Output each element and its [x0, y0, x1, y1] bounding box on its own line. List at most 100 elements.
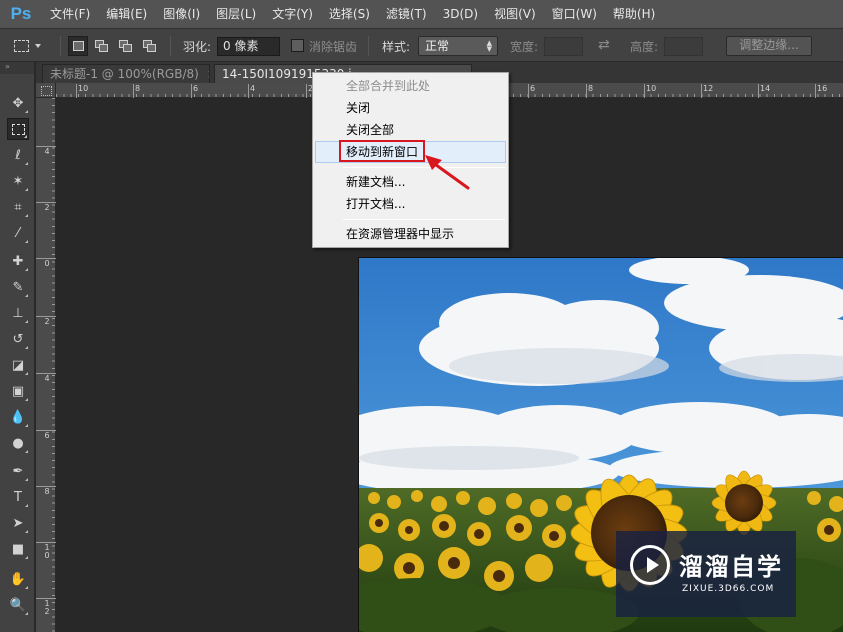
- refine-edge-button[interactable]: 调整边缘...: [726, 36, 812, 56]
- ruler-label: 1 2: [44, 599, 50, 616]
- ruler-label: 6: [530, 84, 536, 93]
- width-input[interactable]: [544, 37, 583, 56]
- width-label: 宽度:: [510, 40, 539, 54]
- marquee-icon: [14, 40, 29, 52]
- menu-filter[interactable]: 滤镜(T): [378, 0, 435, 28]
- new-selection-icon: [72, 41, 84, 51]
- swap-icon[interactable]: ⇄: [598, 37, 610, 53]
- photoshop-logo: Ps: [10, 4, 32, 23]
- menu-item-close[interactable]: 关闭: [315, 97, 506, 119]
- type-icon[interactable]: T: [7, 486, 29, 508]
- menu-item-new-document[interactable]: 新建文档...: [315, 171, 506, 193]
- menu-window[interactable]: 窗口(W): [544, 0, 605, 28]
- ruler-label: 16: [817, 84, 828, 93]
- antialias-label: 消除锯齿: [309, 40, 358, 54]
- menu-select[interactable]: 选择(S): [321, 0, 378, 28]
- menu-help[interactable]: 帮助(H): [605, 0, 663, 28]
- style-select[interactable]: 正常 ▲ ▼: [418, 36, 498, 56]
- feather-label: 羽化:: [183, 40, 212, 54]
- menu-item-show-in-explorer[interactable]: 在资源管理器中显示: [315, 223, 506, 245]
- options-bar: 羽化: 0 像素 消除锯齿 样式: 正常 ▲ ▼ 宽度: ⇄ 高度: 调整边缘..…: [0, 28, 843, 62]
- ruler-label: 2: [44, 203, 50, 212]
- marquee-icon[interactable]: [7, 118, 29, 140]
- dodge-icon[interactable]: ●: [7, 432, 29, 454]
- subtract-selection-icon: [119, 39, 133, 53]
- ruler-label: 8: [588, 84, 594, 93]
- toolbox-collapse-icon[interactable]: »: [0, 62, 34, 74]
- divider: [170, 36, 171, 56]
- ruler-label: 8: [44, 487, 50, 496]
- tool-preset-picker[interactable]: [14, 35, 54, 57]
- menu-type[interactable]: 文字(Y): [264, 0, 321, 28]
- crop-icon[interactable]: ⌗: [7, 196, 29, 218]
- ruler-label: 10: [646, 84, 657, 93]
- watermark-name: 溜溜自学: [679, 553, 783, 581]
- menu-bar: Ps 文件(F) 编辑(E) 图像(I) 图层(L) 文字(Y) 选择(S) 滤…: [0, 0, 843, 28]
- history-brush-icon[interactable]: ↺: [7, 328, 29, 350]
- play-logo-icon: [630, 545, 670, 585]
- annotation-highlight-box: [339, 140, 425, 162]
- eyedropper-icon[interactable]: ⁄: [7, 222, 29, 244]
- menu-layer[interactable]: 图层(L): [208, 0, 264, 28]
- ruler-label: 0: [44, 259, 50, 268]
- add-selection-icon: [95, 39, 109, 53]
- ruler-origin[interactable]: [36, 83, 56, 98]
- toolbox: » ✥ ℓ ✶ ⌗ ⁄ ✚ ✎ ⊥ ↺ ◪ ▣ 💧 ● ✒ T ➤ ■ ✋ 🔍: [0, 62, 35, 632]
- chevron-down-icon: [35, 44, 41, 48]
- pen-icon[interactable]: ✒: [7, 460, 29, 482]
- new-selection-button[interactable]: [68, 36, 88, 56]
- menu-items: 文件(F) 编辑(E) 图像(I) 图层(L) 文字(Y) 选择(S) 滤镜(T…: [42, 0, 663, 28]
- eraser-icon[interactable]: ◪: [7, 354, 29, 376]
- move-icon[interactable]: ✥: [7, 92, 29, 114]
- ruler-label: 6: [44, 431, 50, 440]
- tab-untitled-1[interactable]: 未标题-1 @ 100%(RGB/8) ×: [42, 64, 210, 83]
- add-selection-button[interactable]: [92, 36, 112, 56]
- ruler-label: 1 0: [44, 543, 50, 560]
- ruler-label: 12: [703, 84, 714, 93]
- gradient-icon[interactable]: ▣: [7, 380, 29, 402]
- blur-icon[interactable]: 💧: [7, 406, 29, 428]
- ruler-label: 10: [78, 84, 89, 93]
- healing-brush-icon[interactable]: ✚: [7, 250, 29, 272]
- style-value: 正常: [425, 39, 450, 53]
- height-input[interactable]: [664, 37, 703, 56]
- menu-item-consolidate-all-here: 全部合并到此处: [346, 79, 431, 93]
- divider: [368, 36, 369, 56]
- ruler-label: 2: [44, 317, 50, 326]
- menu-item-close-all[interactable]: 关闭全部: [315, 119, 506, 141]
- menu-image[interactable]: 图像(I): [155, 0, 208, 28]
- ruler-label: 6: [193, 84, 199, 93]
- magic-wand-icon[interactable]: ✶: [7, 170, 29, 192]
- menu-3d[interactable]: 3D(D): [435, 0, 486, 28]
- menu-item-open-document[interactable]: 打开文档...: [315, 193, 506, 215]
- ruler-label: 4: [44, 147, 50, 156]
- intersect-selection-icon: [143, 39, 157, 53]
- hand-icon[interactable]: ✋: [7, 568, 29, 590]
- menu-file[interactable]: 文件(F): [42, 0, 98, 28]
- menu-view[interactable]: 视图(V): [486, 0, 544, 28]
- subtract-selection-button[interactable]: [116, 36, 136, 56]
- brush-icon[interactable]: ✎: [7, 276, 29, 298]
- divider: [60, 36, 61, 56]
- watermark-url: ZIXUE.3D66.COM: [682, 584, 775, 594]
- ruler-label: 14: [760, 84, 771, 93]
- close-icon[interactable]: ×: [207, 67, 209, 81]
- rectangle-icon[interactable]: ■: [7, 538, 29, 560]
- clone-stamp-icon[interactable]: ⊥: [7, 302, 29, 324]
- antialias-checkbox[interactable]: [291, 39, 304, 52]
- menu-edit[interactable]: 编辑(E): [98, 0, 155, 28]
- ruler-label: 4: [44, 374, 50, 383]
- annotation-arrow-icon: [425, 155, 470, 190]
- path-selection-icon[interactable]: ➤: [7, 512, 29, 534]
- watermark: 溜溜自学 ZIXUE.3D66.COM: [616, 531, 796, 617]
- height-label: 高度:: [630, 40, 659, 54]
- intersect-selection-button[interactable]: [140, 36, 160, 56]
- select-arrows-icon: ▲ ▼: [486, 39, 492, 53]
- tab-title: 未标题-1 @ 100%(RGB/8): [50, 67, 199, 81]
- ruler-label: 8: [135, 84, 141, 93]
- style-label: 样式:: [382, 40, 411, 54]
- menu-separator: [343, 219, 505, 220]
- feather-input[interactable]: 0 像素: [217, 37, 280, 56]
- zoom-icon[interactable]: 🔍: [7, 594, 29, 616]
- lasso-icon[interactable]: ℓ: [7, 144, 29, 166]
